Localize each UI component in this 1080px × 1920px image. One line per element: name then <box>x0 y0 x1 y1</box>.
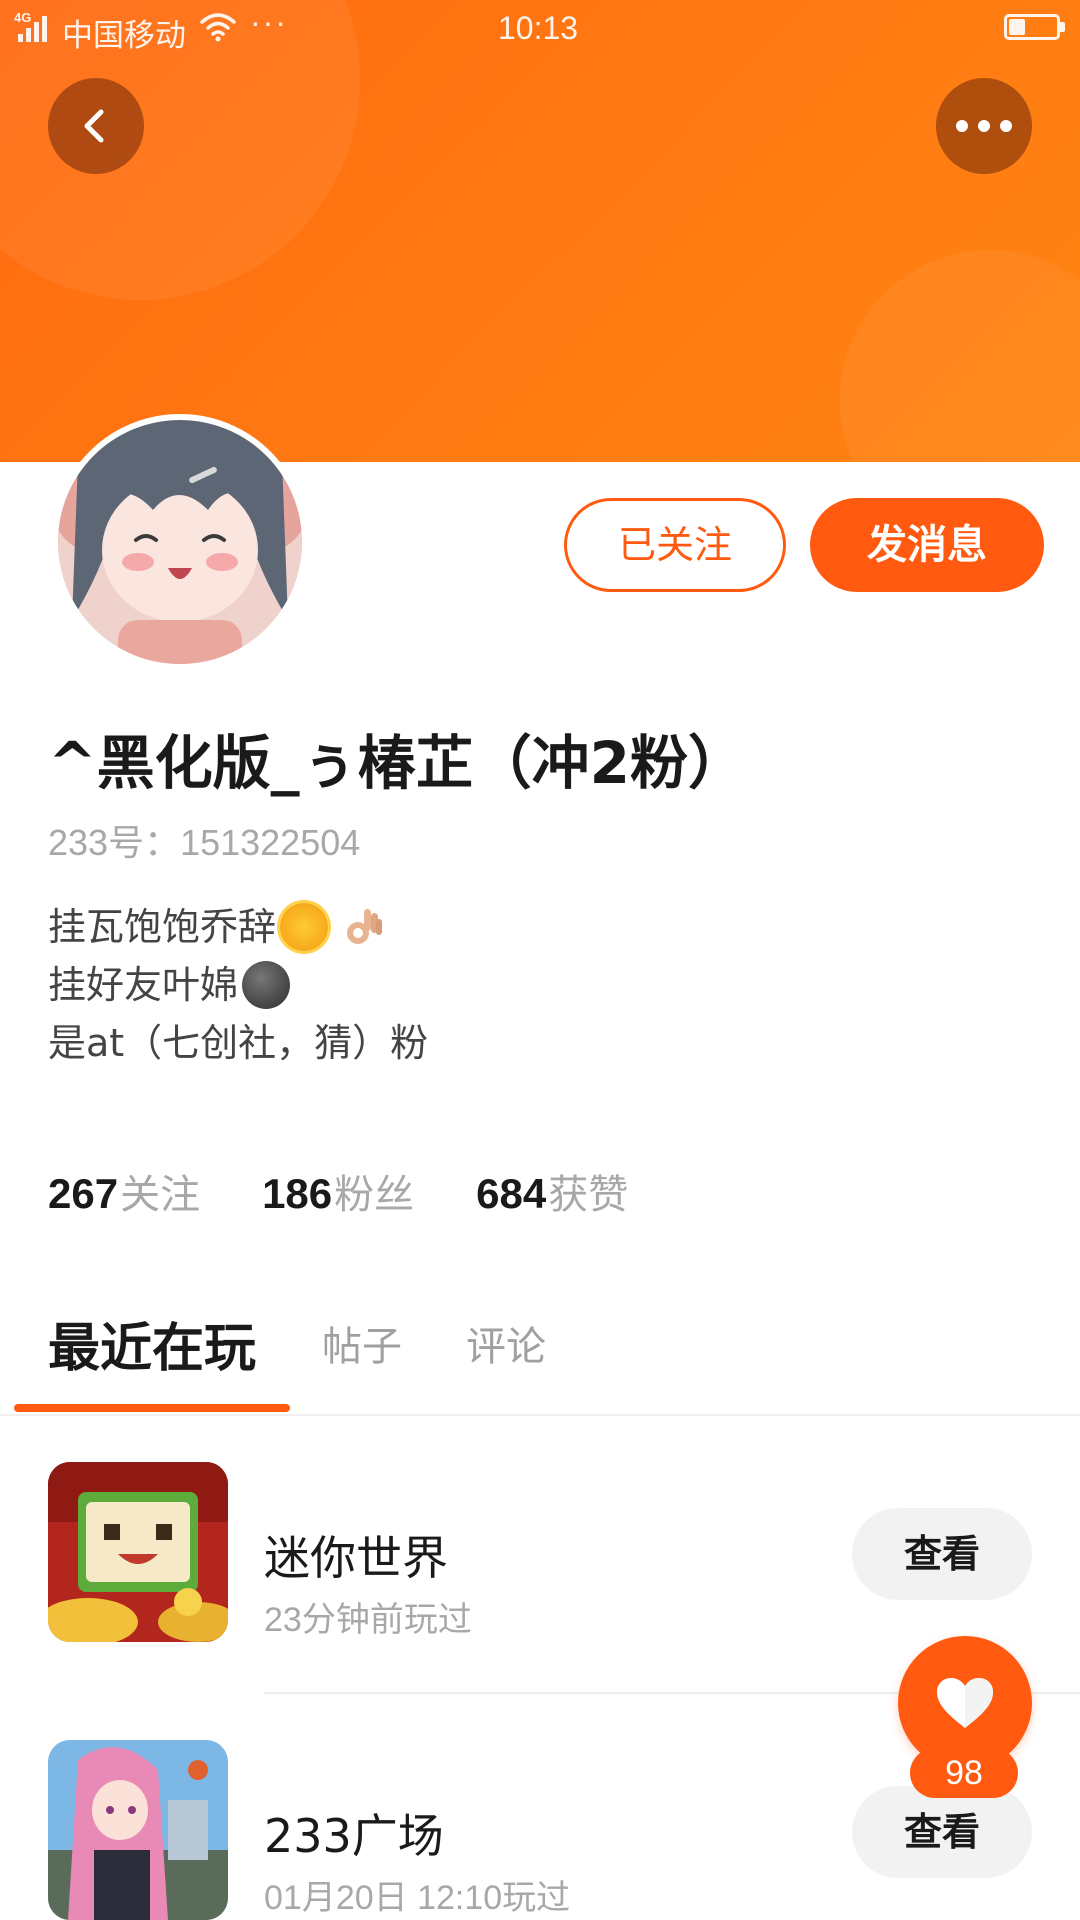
avatar-image <box>58 420 302 664</box>
bio: 挂瓦饱饱乔辞 挂好友叶婂 是at（七创社，猜）粉 <box>48 898 428 1072</box>
game-icon-mini-world <box>48 1462 228 1642</box>
view-game-button[interactable]: 查看 <box>852 1786 1032 1878</box>
stat-likes: 684 获赞 <box>476 1170 629 1218</box>
avatar[interactable] <box>52 414 308 670</box>
view-game-button[interactable]: 查看 <box>852 1508 1032 1600</box>
tab-recently-played[interactable]: 最近在玩 <box>48 1306 256 1381</box>
status-bar: 4G 中国移动 ··· 10:13 <box>0 0 1080 58</box>
username: ^黑化版_ぅ椿芷（冲2粉） <box>48 729 746 797</box>
stat-fans[interactable]: 186 粉丝 <box>262 1162 414 1220</box>
profile-page: 4G 中国移动 ··· 10:13 已关注 发消息 ^黑化版_ぅ椿芷（冲2粉） … <box>0 0 1080 1920</box>
profile-stats: 267 关注 186 粉丝 684 获赞 <box>48 1162 690 1220</box>
battery-icon <box>1004 14 1065 40</box>
bio-line: 挂好友叶婂 <box>48 956 428 1014</box>
game-name: 233广场 <box>264 1809 444 1863</box>
new-moon-emoji-icon <box>242 961 291 1009</box>
send-message-button[interactable]: 发消息 <box>810 498 1044 592</box>
chevron-left-icon <box>84 109 104 143</box>
more-options-button[interactable] <box>936 78 1032 174</box>
sun-emoji-icon <box>280 903 329 951</box>
game-icon-233-plaza <box>48 1740 228 1920</box>
tab-posts[interactable]: 帖子 <box>322 1314 402 1372</box>
status-more-dots: ··· <box>250 4 288 40</box>
game-name: 迷你世界 <box>264 1531 448 1585</box>
followed-button[interactable]: 已关注 <box>564 498 786 592</box>
user-id: 233号：151322504 <box>48 822 361 863</box>
back-button[interactable] <box>48 78 144 174</box>
signal-icon: 4G <box>14 10 54 42</box>
profile-banner <box>0 0 1080 462</box>
bio-line: 是at（七创社，猜）粉 <box>48 1021 429 1065</box>
heart-icon <box>937 1678 993 1728</box>
like-count-badge: 98 <box>910 1748 1018 1798</box>
ok-hand-emoji-icon <box>347 909 383 944</box>
more-horizontal-icon <box>956 120 1012 132</box>
wifi-icon <box>200 13 236 42</box>
tab-indicator <box>14 1404 290 1412</box>
game-last-played: 01月20日 12:10玩过 <box>264 1879 571 1917</box>
game-last-played: 23分钟前玩过 <box>264 1601 472 1639</box>
bio-line: 挂瓦饱饱乔辞 <box>48 898 428 956</box>
profile-tabs: 最近在玩 帖子 评论 <box>0 1300 1080 1416</box>
tab-comments[interactable]: 评论 <box>466 1314 546 1372</box>
status-time: 10:13 <box>498 10 579 46</box>
carrier-name: 中国移动 <box>62 18 186 53</box>
stat-following[interactable]: 267 关注 <box>48 1162 200 1220</box>
